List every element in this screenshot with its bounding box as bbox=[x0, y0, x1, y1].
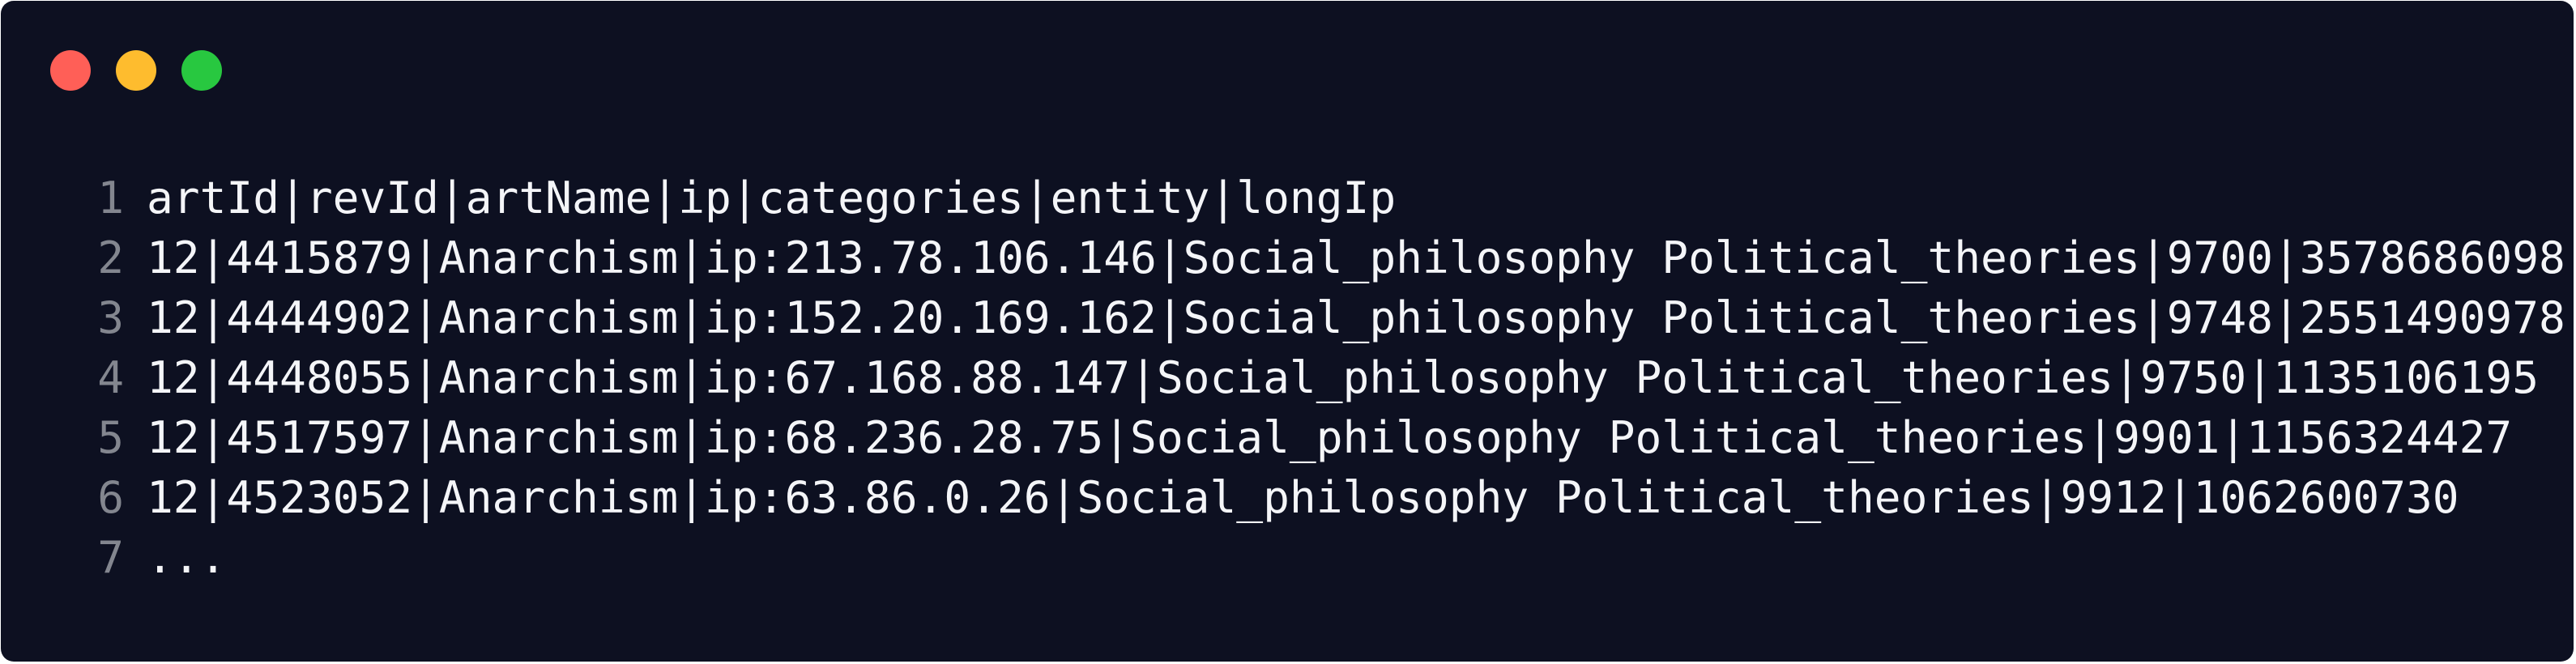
window-controls bbox=[50, 50, 222, 91]
code-line: 7 ... bbox=[92, 527, 2565, 587]
code-line: 3 12|4444902|Anarchism|ip:152.20.169.162… bbox=[92, 287, 2565, 347]
line-number: 5 bbox=[97, 411, 124, 463]
line-text: ... bbox=[147, 531, 227, 583]
code-block: 1 artId|revId|artName|ip|categories|enti… bbox=[92, 168, 2565, 587]
code-line: 2 12|4415879|Anarchism|ip:213.78.106.146… bbox=[92, 228, 2565, 287]
line-number: 4 bbox=[97, 351, 124, 403]
maximize-window-button[interactable] bbox=[181, 50, 222, 91]
line-text: 12|4448055|Anarchism|ip:67.168.88.147|So… bbox=[147, 351, 2540, 403]
line-text: 12|4444902|Anarchism|ip:152.20.169.162|S… bbox=[147, 292, 2565, 343]
code-window: 1 artId|revId|artName|ip|categories|enti… bbox=[1, 1, 2574, 662]
code-line: 1 artId|revId|artName|ip|categories|enti… bbox=[92, 168, 2565, 228]
code-line: 5 12|4517597|Anarchism|ip:68.236.28.75|S… bbox=[92, 407, 2565, 467]
code-line: 6 12|4523052|Anarchism|ip:63.86.0.26|Soc… bbox=[92, 467, 2565, 527]
line-number: 1 bbox=[97, 172, 124, 223]
line-text: artId|revId|artName|ip|categories|entity… bbox=[147, 172, 1397, 223]
line-number: 3 bbox=[97, 292, 124, 343]
line-number: 2 bbox=[97, 232, 124, 283]
line-text: 12|4517597|Anarchism|ip:68.236.28.75|Soc… bbox=[147, 411, 2513, 463]
minimize-window-button[interactable] bbox=[116, 50, 156, 91]
close-window-button[interactable] bbox=[50, 50, 91, 91]
line-number: 7 bbox=[97, 531, 124, 583]
code-line: 4 12|4448055|Anarchism|ip:67.168.88.147|… bbox=[92, 347, 2565, 407]
line-text: 12|4415879|Anarchism|ip:213.78.106.146|S… bbox=[147, 232, 2565, 283]
line-number: 6 bbox=[97, 471, 124, 523]
line-text: 12|4523052|Anarchism|ip:63.86.0.26|Socia… bbox=[147, 471, 2459, 523]
